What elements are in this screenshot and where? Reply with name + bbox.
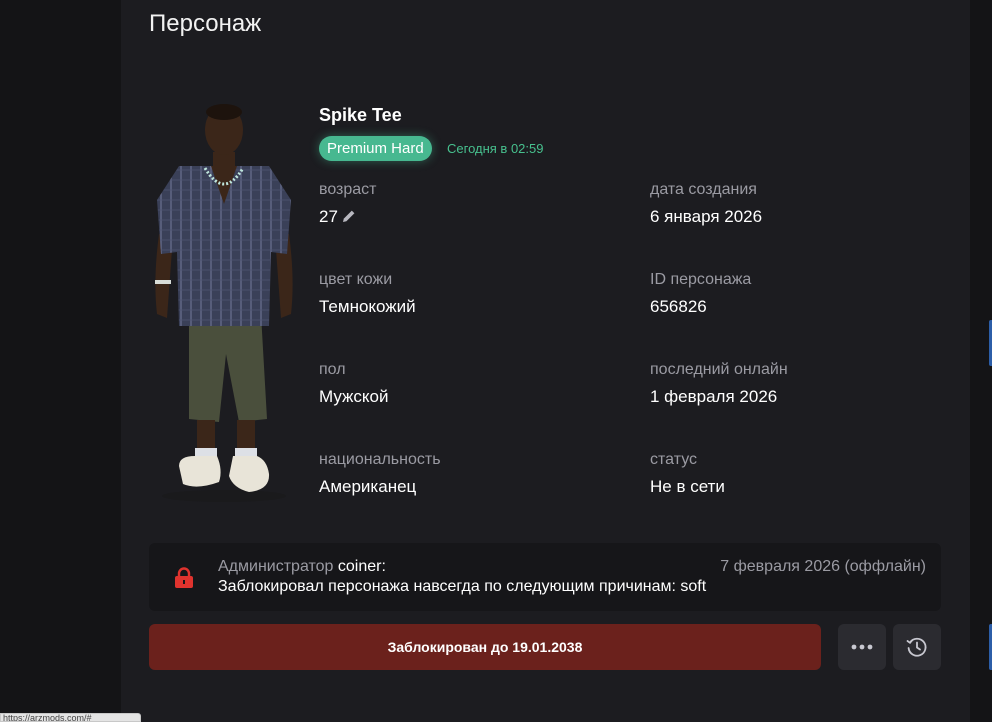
field-label: пол — [319, 361, 346, 378]
right-rail — [970, 0, 992, 722]
field-value: Темнокожий — [319, 297, 416, 316]
field-age: возраст 27 — [319, 181, 377, 227]
field-last-online: последний онлайн 1 февраля 2026 — [650, 361, 788, 407]
admin-header: Администратор coiner: — [218, 558, 386, 576]
field-label: возраст — [319, 181, 377, 198]
field-label: дата создания — [650, 181, 757, 198]
ban-reason: Заблокировал персонажа навсегда по следу… — [218, 578, 707, 595]
browser-status-url: https://arzmods.com/# — [0, 713, 141, 722]
character-name: Spike Tee — [319, 105, 402, 125]
history-clock-icon — [906, 637, 927, 657]
field-value: Американец — [319, 477, 417, 496]
admin-date: 7 февраля 2026 (оффлайн) — [720, 558, 926, 575]
character-card: Персонаж Spike Tee Premium Hard Сегодня … — [121, 0, 970, 722]
last-seen-text: Сегодня в 02:59 — [447, 141, 544, 156]
field-label: ID персонажа — [650, 271, 752, 288]
field-value: Мужской — [319, 387, 389, 406]
field-label: последний онлайн — [650, 361, 788, 378]
admin-name: coiner: — [337, 558, 386, 575]
more-options-button[interactable] — [838, 624, 886, 670]
field-label: национальность — [319, 451, 441, 468]
left-rail — [0, 0, 121, 722]
field-value: 6 января 2026 — [650, 207, 763, 226]
field-nationality: национальность Американец — [319, 451, 441, 497]
field-skin: цвет кожи Темнокожий — [319, 271, 416, 317]
field-created: дата создания 6 января 2026 — [650, 181, 762, 227]
pencil-icon[interactable] — [341, 208, 357, 224]
field-label: статус — [650, 451, 698, 468]
admin-ban-notice: Администратор coiner: 7 февраля 2026 (оф… — [149, 543, 941, 611]
character-skin-image — [155, 104, 293, 502]
field-label: цвет кожи — [319, 271, 393, 288]
premium-badge: Premium Hard — [319, 136, 432, 161]
field-value: 1 февраля 2026 — [650, 387, 778, 406]
field-value: 27 — [319, 207, 377, 227]
blocked-until-button[interactable]: Заблокирован до 19.01.2038 — [149, 624, 821, 670]
field-character-id: ID персонажа 656826 — [650, 271, 751, 317]
more-dots-icon — [851, 644, 873, 650]
page-title: Персонаж — [149, 10, 262, 37]
field-value: Не в сети — [650, 477, 725, 496]
history-button[interactable] — [893, 624, 941, 670]
field-value: 656826 — [650, 297, 707, 316]
field-status: статус Не в сети — [650, 451, 725, 497]
admin-role: Администратор — [218, 558, 334, 575]
field-gender: пол Мужской — [319, 361, 389, 407]
age-value: 27 — [319, 207, 338, 226]
lock-icon — [175, 567, 193, 588]
